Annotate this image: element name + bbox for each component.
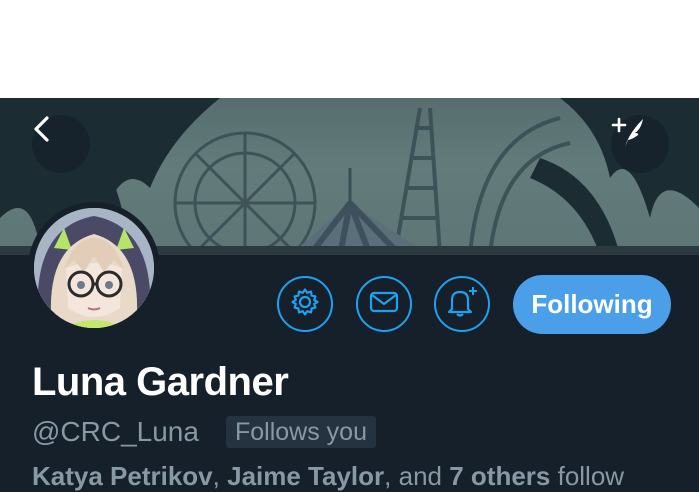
- settings-button[interactable]: [277, 276, 333, 332]
- envelope-icon: [369, 290, 399, 319]
- following-label: Following: [531, 289, 653, 319]
- gear-icon: [290, 287, 320, 322]
- followed-by-suffix: follow: [550, 461, 625, 491]
- followed-by-others[interactable]: 7 others: [449, 461, 550, 491]
- back-button[interactable]: [32, 115, 90, 173]
- notifications-button[interactable]: [434, 276, 490, 332]
- bell-plus-icon: [445, 286, 479, 323]
- followed-by-user-1[interactable]: Katya Petrikov: [32, 461, 213, 491]
- avatar[interactable]: [28, 202, 160, 334]
- followed-by-line: Katya Petrikov, Jaime Taylor, and 7 othe…: [32, 461, 624, 492]
- compose-tweet-button[interactable]: [611, 115, 669, 173]
- followed-by-and: , and: [384, 461, 450, 491]
- followed-by-separator: ,: [212, 461, 228, 491]
- user-handle: @CRC_Luna: [32, 416, 199, 447]
- avatar-image: [34, 208, 154, 328]
- message-button[interactable]: [356, 276, 412, 332]
- following-button[interactable]: Following: [513, 275, 671, 334]
- followed-by-user-2[interactable]: Jaime Taylor: [227, 461, 384, 491]
- follows-you-badge: Follows you: [226, 416, 376, 448]
- profile-screen: Following Luna Gardner @CRC_Luna Follows…: [0, 98, 699, 492]
- display-name: Luna Gardner: [32, 360, 289, 404]
